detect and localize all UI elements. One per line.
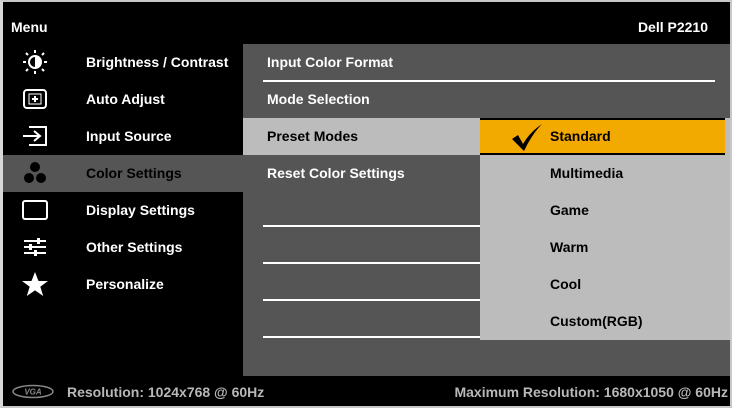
- nav-item-brightness-contrast[interactable]: Brightness / Contrast: [3, 44, 243, 81]
- checkmark-icon: [512, 124, 542, 151]
- row-divider: [263, 225, 480, 227]
- menu-item-label: Reset Color Settings: [267, 165, 405, 181]
- row-divider: [263, 80, 715, 82]
- nav-label: Color Settings: [86, 165, 182, 181]
- preset-option-label: Multimedia: [550, 165, 624, 181]
- display-settings-icon: [22, 200, 48, 220]
- preset-option-label: Warm: [550, 239, 589, 255]
- auto-adjust-icon: [23, 89, 47, 109]
- menu-item-mode-selection[interactable]: Mode Selection: [243, 81, 480, 118]
- current-resolution: Resolution: 1024x768 @ 60Hz: [67, 384, 265, 400]
- svg-text:VGA: VGA: [24, 388, 42, 397]
- menu-item-input-color-format[interactable]: Input Color Format: [243, 44, 480, 81]
- vga-icon: VGA: [12, 384, 54, 399]
- main-menu: Brightness / Contrast Auto Adjust Input …: [3, 44, 243, 376]
- preset-option-multimedia[interactable]: Multimedia: [480, 155, 725, 192]
- menu-item-reset-color-settings[interactable]: Reset Color Settings: [243, 155, 480, 192]
- menu-item-label: Mode Selection: [267, 91, 370, 107]
- nav-label: Input Source: [86, 128, 172, 144]
- preset-option-label: Game: [550, 202, 589, 218]
- nav-item-other-settings[interactable]: Other Settings: [3, 229, 243, 266]
- nav-item-color-settings[interactable]: Color Settings: [3, 155, 243, 192]
- nav-label: Other Settings: [86, 239, 183, 255]
- nav-label: Display Settings: [86, 202, 195, 218]
- nav-item-auto-adjust[interactable]: Auto Adjust: [3, 81, 243, 118]
- empty-row: [243, 303, 480, 340]
- menu-title: Menu: [11, 19, 48, 35]
- brightness-icon: [23, 50, 47, 74]
- osd-footer: VGA Resolution: 1024x768 @ 60Hz Maximum …: [3, 376, 730, 406]
- star-icon: [22, 272, 48, 296]
- menu-item-label: Input Color Format: [267, 54, 393, 70]
- nav-label: Auto Adjust: [86, 91, 165, 107]
- preset-option-standard[interactable]: Standard: [480, 118, 725, 155]
- preset-option-cool[interactable]: Cool: [480, 266, 725, 303]
- color-settings-icon: [24, 162, 46, 183]
- color-settings-panel: Input Color Format Mode Selection Preset…: [243, 44, 480, 376]
- preset-option-label: Custom(RGB): [550, 313, 643, 329]
- nav-item-personalize[interactable]: Personalize: [3, 266, 243, 303]
- nav-item-input-source[interactable]: Input Source: [3, 118, 243, 155]
- preset-option-game[interactable]: Game: [480, 192, 725, 229]
- nav-label: Personalize: [86, 276, 164, 292]
- model-name: Dell P2210: [637, 19, 708, 35]
- preset-option-custom-rgb[interactable]: Custom(RGB): [480, 303, 725, 340]
- menu-item-label: Preset Modes: [267, 128, 359, 144]
- maximum-resolution: Maximum Resolution: 1680x1050 @ 60Hz: [454, 384, 728, 400]
- empty-row: [243, 266, 480, 303]
- preset-option-label: Cool: [550, 276, 582, 292]
- empty-row: [243, 192, 480, 229]
- row-divider: [263, 262, 480, 264]
- menu-item-preset-modes[interactable]: Preset Modes: [243, 118, 480, 155]
- nav-label: Brightness / Contrast: [86, 54, 229, 70]
- row-divider: [263, 299, 480, 301]
- other-settings-icon: [24, 238, 46, 256]
- osd-header: Menu Dell P2210: [3, 10, 730, 44]
- empty-row: [243, 229, 480, 266]
- input-source-icon: [23, 126, 47, 146]
- row-divider: [263, 336, 480, 338]
- preset-option-label: Standard: [550, 128, 611, 144]
- nav-item-display-settings[interactable]: Display Settings: [3, 192, 243, 229]
- preset-option-warm[interactable]: Warm: [480, 229, 725, 266]
